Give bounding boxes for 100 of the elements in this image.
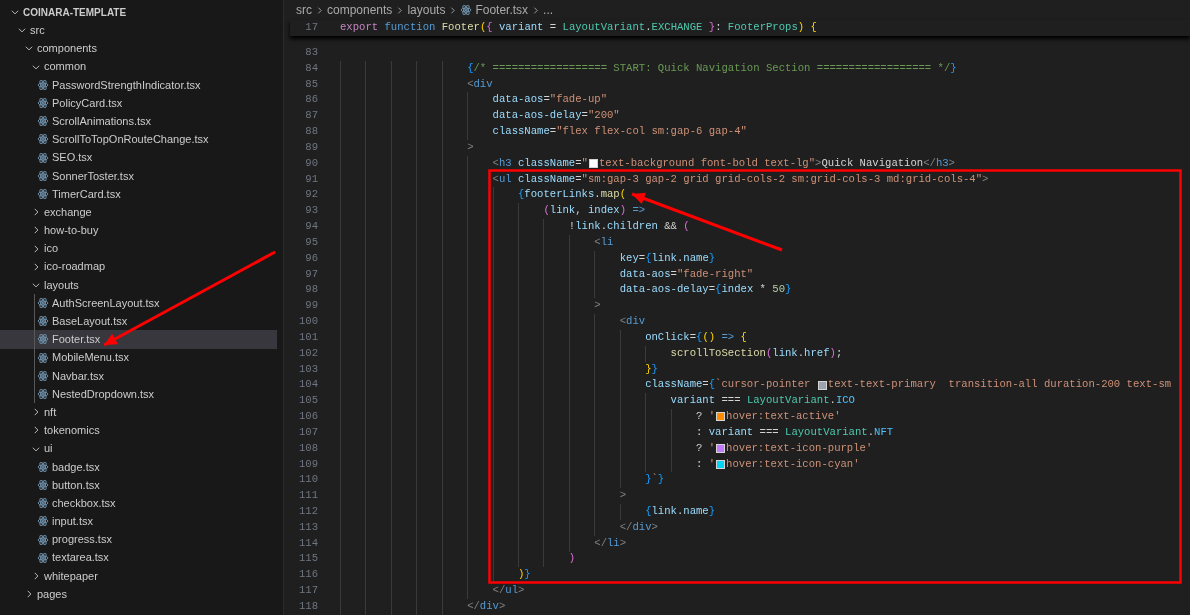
file-row[interactable]: button.tsx (0, 475, 277, 495)
line-number: 103 (297, 361, 318, 377)
atom-icon (37, 515, 49, 528)
code-text: <li (594, 234, 614, 250)
folder-row[interactable]: ui (0, 439, 283, 458)
chevron-right-icon (315, 5, 324, 15)
folder-row[interactable]: how-to-buy (0, 221, 283, 240)
atom-icon (37, 133, 49, 146)
code-text: <h3 className=" (492, 155, 588, 171)
atom-icon (37, 460, 49, 473)
line-number: 99 (304, 298, 318, 314)
folder-row[interactable]: src (0, 21, 283, 40)
file-row[interactable]: progress.tsx (0, 530, 277, 549)
breadcrumb-item[interactable]: components (327, 1, 393, 19)
breadcrumb-item[interactable]: src (296, 1, 312, 19)
file-row[interactable]: PasswordStrengthIndicator.tsx (0, 75, 277, 94)
folder-row[interactable]: layouts (0, 275, 283, 294)
file-row[interactable]: ScrollToTopOnRouteChange.tsx (0, 130, 277, 149)
file-row[interactable]: badge.tsx (0, 457, 277, 476)
chevron-right-icon (31, 425, 41, 436)
code-text: className="flex flex-col sm:gap-6 gap-4" (492, 124, 747, 140)
file-row[interactable]: Navbar.tsx (0, 366, 277, 385)
code-text: ) (568, 551, 576, 567)
file-row[interactable]: input.tsx (0, 512, 277, 531)
file-row[interactable]: BaseLayout.tsx (0, 312, 277, 331)
folder-row[interactable]: COINARA-TEMPLATE (0, 3, 283, 22)
line-number: 113 (297, 519, 318, 535)
color-swatch-icon[interactable] (716, 444, 726, 454)
breadcrumb-item[interactable]: ... (543, 1, 554, 19)
breadcrumb-item[interactable]: layouts (407, 1, 446, 19)
folder-row[interactable]: ico-roadmap (0, 257, 283, 276)
atom-icon (37, 115, 49, 128)
atom-icon (37, 369, 49, 382)
file-row[interactable]: SEO.tsx (0, 148, 277, 167)
line-number: 83 (304, 44, 318, 60)
code-text: : variant === LayoutVariant.NFT (696, 424, 894, 440)
folder-row[interactable]: common (0, 57, 283, 76)
file-row[interactable]: NestedDropdown.tsx (0, 384, 277, 404)
line-number: 112 (297, 504, 318, 519)
folder-row[interactable]: exchange (0, 203, 283, 222)
line-number: 91 (304, 171, 318, 187)
line-number: 97 (304, 266, 318, 282)
chevron-right-icon (24, 589, 34, 600)
code-text: </li> (594, 535, 627, 551)
chevron-right-icon (395, 5, 405, 15)
file-row[interactable]: textarea.tsx (0, 548, 277, 567)
color-swatch-icon[interactable] (588, 159, 598, 169)
chevron-right-icon (31, 570, 41, 581)
color-swatch-icon[interactable] (817, 380, 827, 390)
atom-icon (37, 315, 49, 328)
code-text: {/* ================== START: Quick Navigation Section ================== */} (467, 60, 957, 76)
file-row[interactable]: PolicyCard.tsx (0, 93, 277, 113)
folder-row[interactable]: tokenomics (0, 421, 283, 440)
code-text: > (467, 139, 474, 155)
code-text: key={link.name} (619, 250, 716, 266)
chevron-right-icon (448, 5, 458, 15)
line-number: 115 (297, 551, 318, 567)
line-number: 90 (304, 155, 318, 171)
folder-row[interactable]: ico (0, 239, 283, 258)
atom-icon (37, 388, 49, 401)
file-row[interactable]: ScrollAnimations.tsx (0, 112, 277, 131)
line-number: 84 (304, 60, 318, 76)
folder-row[interactable]: nft (0, 403, 283, 422)
color-swatch-icon[interactable] (716, 412, 726, 422)
chevron-right-icon (31, 261, 41, 272)
file-row[interactable]: Footer.tsx (0, 330, 277, 349)
atom-icon (37, 551, 49, 564)
folder-row[interactable]: components (0, 39, 283, 58)
atom-icon (37, 533, 49, 546)
line-number: 111 (297, 488, 318, 504)
color-swatch-icon[interactable] (716, 459, 726, 469)
line-number: 108 (297, 440, 318, 456)
line-number: 17 (304, 20, 318, 36)
code-text: hover:text-active' (726, 409, 841, 424)
line-number: 105 (297, 393, 318, 409)
code-text: }} (645, 361, 658, 377)
chevron-right-icon (531, 5, 541, 15)
atom-icon (37, 78, 49, 91)
code-text: <div (467, 76, 493, 92)
code-text: scrollToSection(link.href); (670, 345, 843, 361)
line-number: 89 (304, 139, 318, 155)
line-number: 114 (297, 535, 318, 551)
code-text: </div> (619, 519, 658, 535)
code-text: className={`cursor-pointer (645, 377, 812, 393)
file-row[interactable]: checkbox.tsx (0, 494, 277, 513)
file-row[interactable]: AuthScreenLayout.tsx (0, 294, 277, 313)
code-text: data-aos-delay="200" (492, 108, 620, 124)
code-text: ? ' (696, 409, 716, 424)
file-row[interactable]: TimerCard.tsx (0, 184, 277, 204)
atom-icon (37, 187, 49, 200)
folder-row[interactable]: pages (0, 585, 283, 604)
code-text: export function Footer({ variant = LayoutVariant.EXCHANGE }: FooterProps) { (340, 20, 817, 36)
breadcrumb-item[interactable]: Footer.tsx (475, 1, 529, 19)
line-number: 86 (304, 92, 318, 108)
folder-row[interactable]: whitepaper (0, 566, 283, 585)
file-row[interactable]: SonnerToster.tsx (0, 166, 277, 185)
chevron-right-icon (31, 207, 41, 218)
file-row[interactable]: MobileMenu.tsx (0, 348, 277, 367)
line-number: 118 (297, 598, 318, 614)
code-text: ? ' (696, 440, 716, 456)
